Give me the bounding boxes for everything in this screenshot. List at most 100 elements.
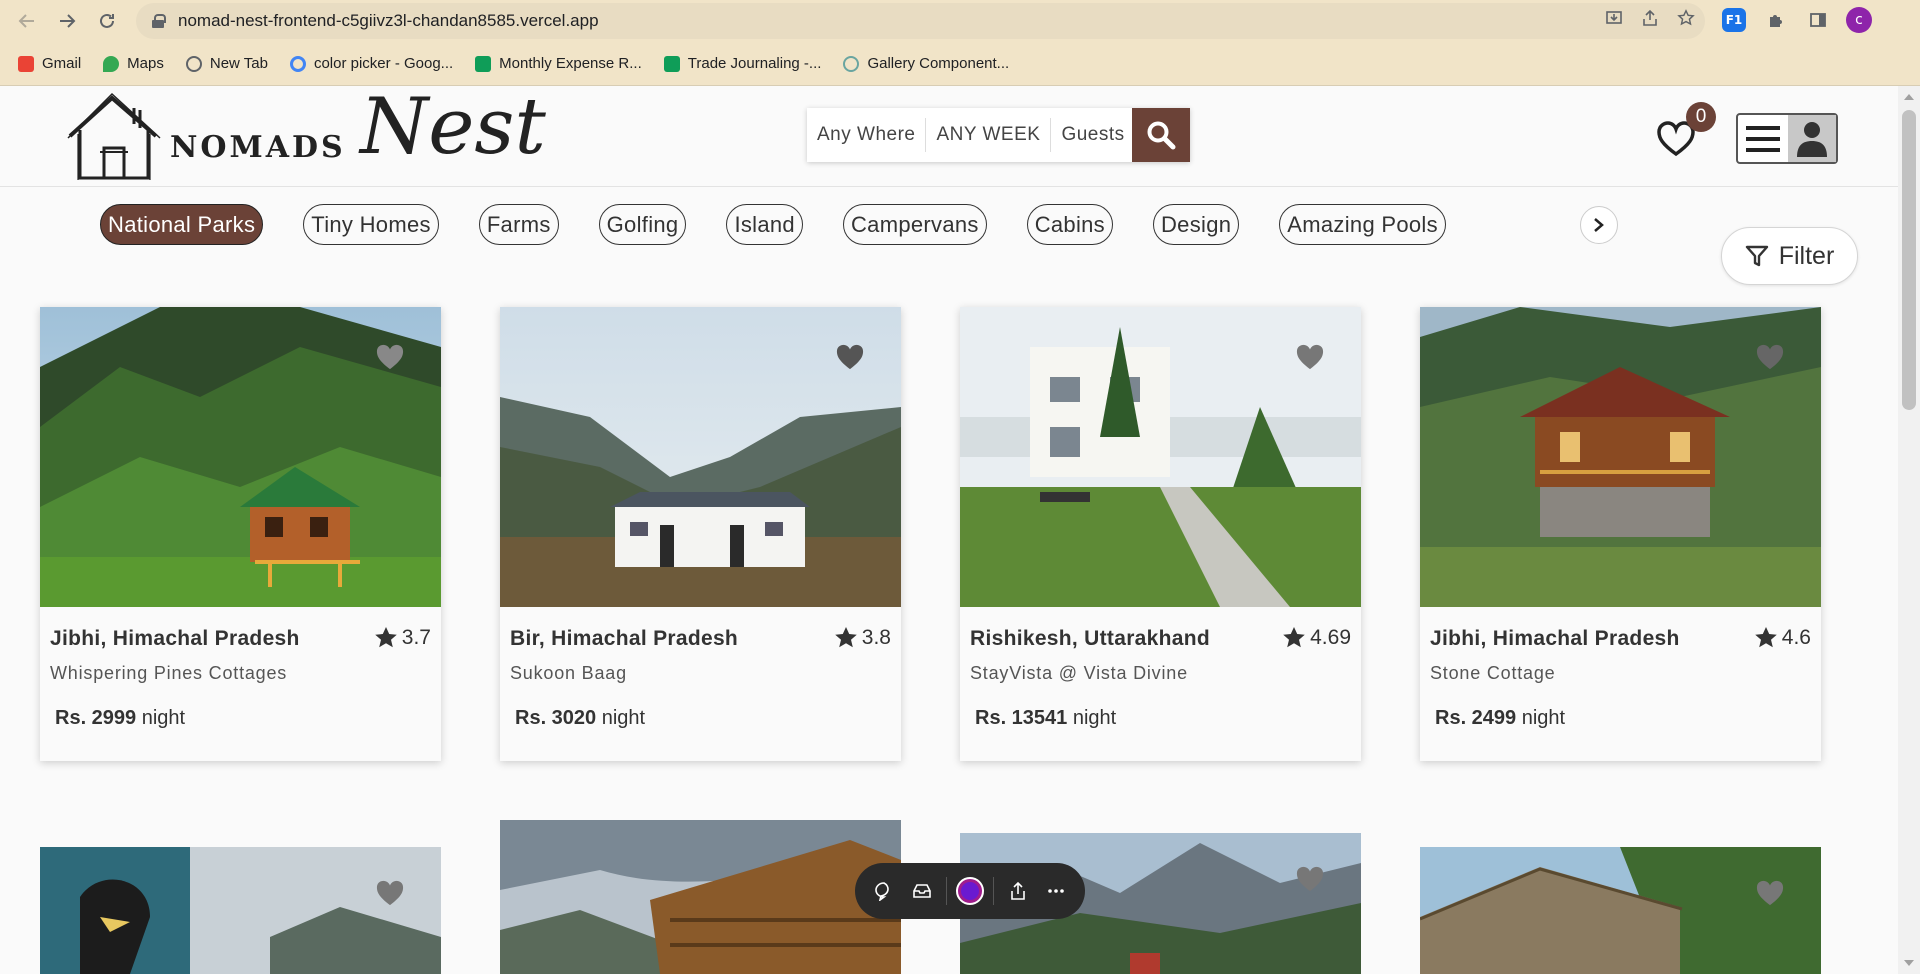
listing-card[interactable]	[1420, 847, 1821, 974]
forward-arrow-icon[interactable]	[52, 6, 82, 36]
floating-toolbar	[855, 863, 1085, 919]
listing-rating: 3.8	[834, 626, 891, 650]
wishlist-count-badge: 0	[1686, 102, 1716, 132]
listing-name: Stone Cottage	[1430, 663, 1556, 683]
category-amazing-pools[interactable]: Amazing Pools	[1279, 204, 1446, 245]
browser-toolbar: nomad-nest-frontend-c5giivz3l-chandan858…	[0, 0, 1920, 42]
share-upload-icon[interactable]	[1003, 876, 1033, 906]
bookmark-trade-journaling[interactable]: Trade Journaling -...	[663, 55, 821, 72]
listing-location: Rishikesh, Uttarakhand	[970, 627, 1210, 650]
user-icon[interactable]	[1788, 115, 1836, 162]
share-icon[interactable]	[1641, 9, 1659, 32]
user-menu-button[interactable]	[1736, 113, 1838, 164]
listing-photo[interactable]	[500, 307, 901, 607]
category-design[interactable]: Design	[1152, 204, 1240, 245]
listing-price: Rs. 13541 night	[975, 707, 1117, 729]
bookmark-gallery-component[interactable]: Gallery Component...	[843, 55, 1009, 72]
listing-photo[interactable]	[1420, 847, 1821, 974]
search-guests[interactable]: Guests	[1051, 118, 1134, 152]
filter-label: Filter	[1778, 241, 1835, 270]
favorite-heart-icon[interactable]	[375, 343, 405, 371]
listing-photo[interactable]	[960, 307, 1361, 607]
extensions-puzzle-icon[interactable]	[1762, 6, 1790, 34]
inbox-icon[interactable]	[907, 876, 937, 906]
listing-photo[interactable]	[500, 820, 901, 974]
favorite-heart-icon[interactable]	[1755, 879, 1785, 907]
profile-avatar[interactable]: c	[1846, 7, 1872, 33]
record-icon[interactable]	[955, 876, 985, 906]
address-bar[interactable]: nomad-nest-frontend-c5giivz3l-chandan858…	[136, 3, 1705, 39]
category-island[interactable]: Island	[726, 204, 803, 245]
scroll-up-arrow[interactable]	[1904, 94, 1914, 100]
bookmark-monthly-expense[interactable]: Monthly Expense R...	[475, 55, 642, 72]
search-button[interactable]	[1132, 108, 1190, 162]
google-icon	[289, 55, 306, 72]
listing-rating: 4.6	[1754, 626, 1811, 650]
category-golfing[interactable]: Golfing	[598, 204, 687, 245]
lock-icon	[152, 14, 166, 28]
toolbar-divider	[945, 877, 947, 905]
listing-rating: 3.7	[374, 626, 431, 650]
star-icon	[834, 627, 857, 648]
listing-photo[interactable]	[40, 847, 441, 974]
install-icon[interactable]	[1605, 9, 1623, 32]
scroll-down-arrow[interactable]	[1904, 960, 1914, 966]
maps-icon	[103, 55, 120, 72]
listing-name: Sukoon Baag	[510, 663, 627, 683]
listing-photo[interactable]	[40, 307, 441, 607]
filter-button[interactable]: Filter	[1721, 227, 1858, 285]
listing-card[interactable]: Jibhi, Himachal Pradesh 4.6 Stone Cottag…	[1420, 307, 1821, 761]
bookmark-gmail[interactable]: Gmail	[18, 55, 81, 72]
scroll-thumb[interactable]	[1902, 110, 1916, 410]
category-campervans[interactable]: Campervans	[842, 204, 987, 245]
listing-name: Whispering Pines Cottages	[50, 663, 288, 683]
star-icon	[374, 627, 397, 648]
bookmark-new-tab[interactable]: New Tab	[185, 55, 268, 72]
bookmark-color-picker[interactable]: color picker - Goog...	[289, 55, 453, 72]
extension-f1-icon[interactable]: F1	[1720, 6, 1748, 34]
listing-card[interactable]	[40, 847, 441, 974]
nomads-nest-logo[interactable]: NOMADS Nest	[64, 82, 564, 184]
category-bar: National Parks Tiny Homes Farms Golfing …	[100, 204, 1486, 246]
filter-funnel-icon	[1745, 245, 1768, 267]
url-text: nomad-nest-frontend-c5giivz3l-chandan858…	[178, 11, 599, 30]
listing-card[interactable]	[500, 820, 901, 974]
favorite-heart-icon[interactable]	[375, 879, 405, 907]
category-cabins[interactable]: Cabins	[1026, 204, 1113, 245]
listing-price: Rs. 3020 night	[515, 707, 646, 729]
reload-icon[interactable]	[92, 6, 122, 36]
search-week[interactable]: ANY WEEK	[926, 118, 1052, 152]
listing-card[interactable]: Jibhi, Himachal Pradesh 3.7 Whispering P…	[40, 307, 441, 761]
more-options-icon[interactable]	[1041, 876, 1071, 906]
comment-icon[interactable]	[869, 876, 899, 906]
listing-card[interactable]: Bir, Himachal Pradesh 3.8 Sukoon Baag Rs…	[500, 307, 901, 761]
category-farms[interactable]: Farms	[478, 204, 559, 245]
listing-name: StayVista @ Vista Divine	[970, 663, 1188, 683]
favorite-heart-icon[interactable]	[1295, 343, 1325, 371]
globe-icon	[185, 55, 202, 72]
listing-location: Jibhi, Himachal Pradesh	[1430, 627, 1680, 650]
page-scrollbar[interactable]	[1898, 86, 1920, 974]
category-national-parks[interactable]: National Parks	[100, 204, 264, 245]
bookmark-maps[interactable]: Maps	[103, 55, 164, 72]
search-bar[interactable]: Any Where ANY WEEK Guests	[807, 108, 1190, 162]
listing-card[interactable]: Rishikesh, Uttarakhand 4.69 StayVista @ …	[960, 307, 1361, 761]
star-icon	[1754, 627, 1777, 648]
search-icon	[1147, 121, 1176, 150]
site-header: NOMADS Nest Any Where ANY WEEK Guests 0	[0, 82, 1898, 187]
back-arrow-icon[interactable]	[12, 6, 42, 36]
category-tiny-homes[interactable]: Tiny Homes	[303, 204, 439, 245]
category-next-button[interactable]	[1580, 206, 1618, 244]
listing-price: Rs. 2999 night	[55, 707, 186, 729]
star-bookmark-icon[interactable]	[1677, 9, 1695, 32]
logo-script: Nest	[360, 82, 546, 172]
favorite-heart-icon[interactable]	[1295, 865, 1325, 893]
side-panel-icon[interactable]	[1804, 6, 1832, 34]
favorite-heart-icon[interactable]	[835, 343, 865, 371]
hamburger-menu-icon[interactable]	[1738, 115, 1788, 162]
favorite-heart-icon[interactable]	[1755, 343, 1785, 371]
listing-price: Rs. 2499 night	[1435, 707, 1566, 729]
listing-rating: 4.69	[1282, 626, 1351, 650]
search-where[interactable]: Any Where	[807, 118, 927, 152]
listing-photo[interactable]	[1420, 307, 1821, 607]
